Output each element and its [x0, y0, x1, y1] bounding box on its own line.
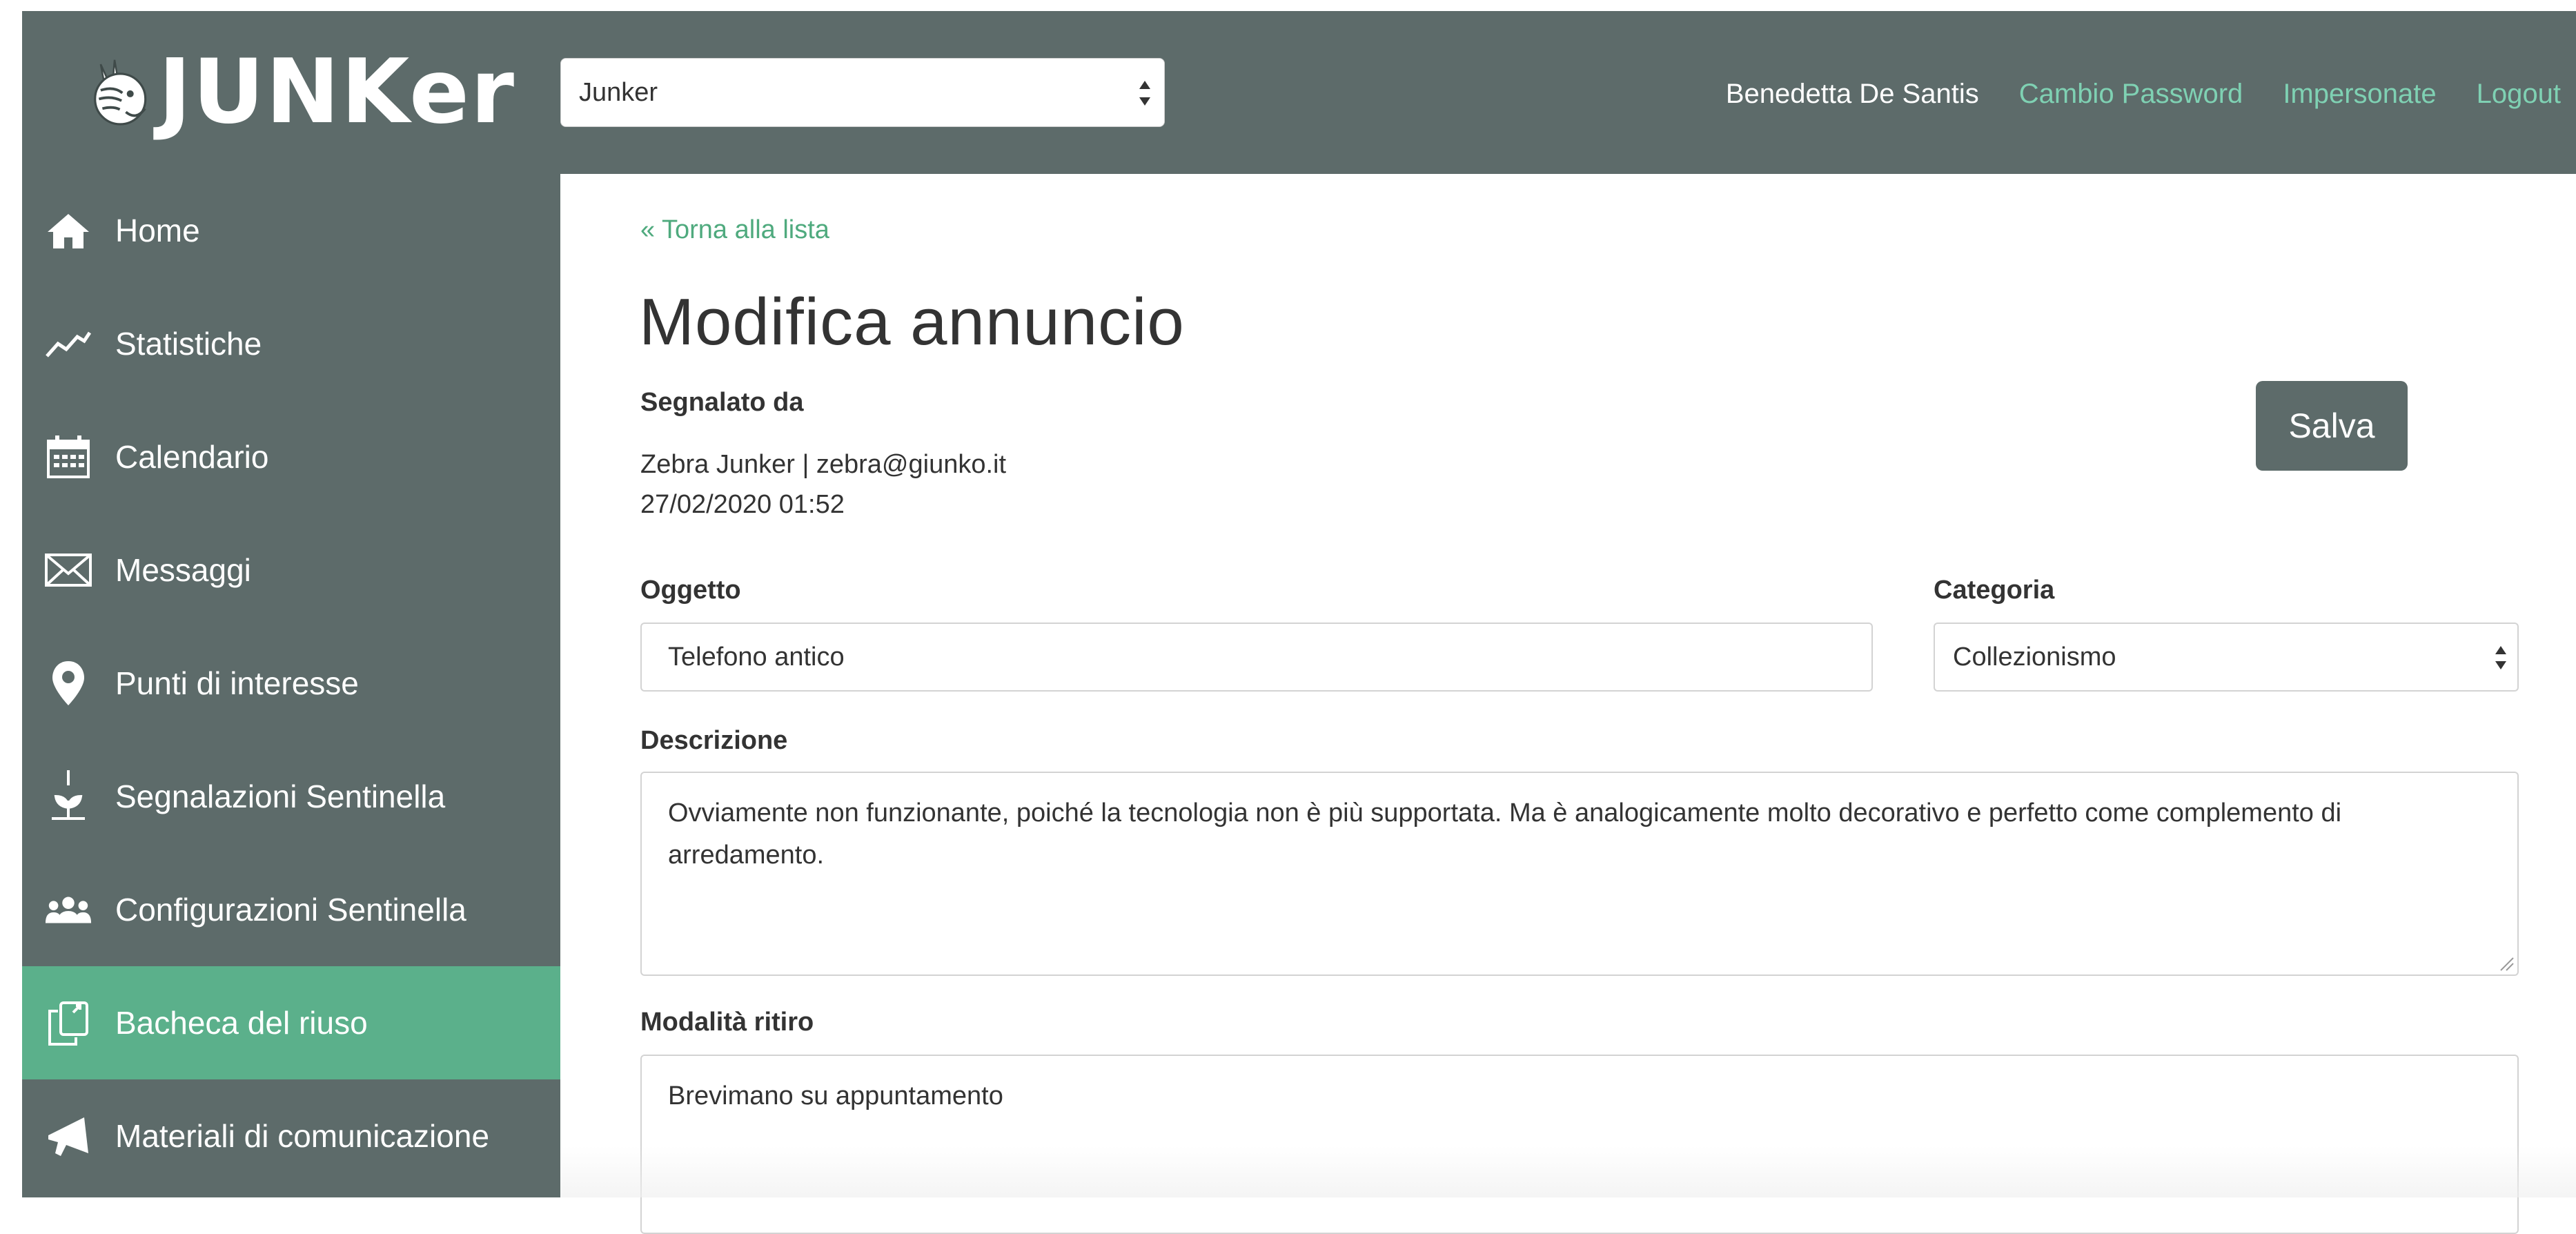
main-content: « Torna alla lista Modifica annuncio Seg…: [560, 174, 2576, 1234]
categoria-label: Categoria: [1934, 576, 2055, 605]
sidebar-item-bacheca-del-riuso[interactable]: Bacheca del riuso: [22, 966, 560, 1079]
calendar-icon: [44, 433, 92, 481]
copy-icon: [44, 999, 92, 1047]
sidebar: Home Statistiche Calendario Messaggi Pun: [22, 174, 560, 1197]
sidebar-item-punti-di-interesse[interactable]: Punti di interesse: [22, 627, 560, 740]
sidebar-item-segnalazioni-sentinella[interactable]: Segnalazioni Sentinella: [22, 740, 560, 853]
select-arrows-icon: [2495, 646, 2506, 669]
left-border: [0, 0, 22, 1197]
oggetto-input[interactable]: Telefono antico: [640, 623, 1873, 692]
reported-by-value: Zebra Junker | zebra@giunko.it: [640, 450, 1007, 479]
modalita-ritiro-textarea-value: Brevimano su appuntamento: [668, 1081, 1003, 1110]
organization-select-value: Junker: [579, 77, 658, 107]
sidebar-item-label: Punti di interesse: [115, 665, 359, 701]
page-title: Modifica annuncio: [639, 285, 1185, 359]
sidebar-item-label: Home: [115, 213, 200, 248]
descrizione-label: Descrizione: [640, 726, 788, 755]
sidebar-item-messaggi[interactable]: Messaggi: [22, 513, 560, 627]
bottom-fade: [560, 1146, 2576, 1197]
change-password-link[interactable]: Cambio Password: [2019, 79, 2243, 110]
top-bar: JUNKer Junker Benedetta De Santis Cambio…: [22, 11, 2576, 174]
sidebar-item-label: Configurazioni Sentinella: [115, 892, 466, 928]
logo[interactable]: JUNKer: [88, 30, 515, 155]
modalita-ritiro-textarea[interactable]: Brevimano su appuntamento: [640, 1055, 2519, 1234]
logo-text: JUNKer: [158, 41, 515, 144]
save-button[interactable]: Salva: [2256, 381, 2408, 471]
user-nav: Benedetta De Santis Cambio Password Impe…: [1726, 73, 2576, 115]
reported-date: 27/02/2020 01:52: [640, 490, 845, 519]
map-pin-icon: [44, 659, 92, 707]
reported-by-label: Segnalato da: [640, 388, 804, 417]
top-border: [0, 0, 2576, 11]
oggetto-input-value: Telefono antico: [668, 642, 845, 672]
user-name: Benedetta De Santis: [1725, 78, 1979, 109]
resize-handle-icon[interactable]: [2497, 954, 2515, 972]
sidebar-item-label: Calendario: [115, 439, 269, 475]
select-arrows-icon: [1139, 81, 1150, 106]
sidebar-item-configurazioni-sentinella[interactable]: Configurazioni Sentinella: [22, 853, 560, 966]
modalita-ritiro-label: Modalità ritiro: [640, 1008, 814, 1037]
megaphone-icon: [44, 1112, 92, 1160]
users-icon: [44, 885, 92, 934]
envelope-icon: [44, 546, 92, 594]
home-icon: [44, 206, 92, 255]
chart-line-icon: [44, 320, 92, 368]
sidebar-item-label: Statistiche: [115, 326, 262, 362]
sidebar-item-label: Segnalazioni Sentinella: [115, 778, 446, 814]
back-to-list-link[interactable]: « Torna alla lista: [640, 215, 829, 245]
impersonate-link[interactable]: Impersonate: [2283, 79, 2436, 110]
sidebar-item-calendario[interactable]: Calendario: [22, 400, 560, 513]
descrizione-textarea-value: Ovviamente non funzionante, poiché la te…: [668, 799, 2342, 870]
zebra-logo-icon: [94, 59, 147, 126]
sprout-icon: [44, 770, 92, 821]
oggetto-label: Oggetto: [640, 576, 741, 605]
descrizione-textarea[interactable]: Ovviamente non funzionante, poiché la te…: [640, 772, 2519, 976]
organization-select[interactable]: Junker: [560, 58, 1165, 127]
logout-link[interactable]: Logout: [2477, 79, 2561, 110]
categoria-select-value: Collezionismo: [1953, 642, 2116, 672]
categoria-select[interactable]: Collezionismo: [1934, 623, 2519, 692]
sidebar-item-label: Bacheca del riuso: [115, 1005, 368, 1041]
sidebar-item-label: Materiali di comunicazione: [115, 1118, 490, 1154]
sidebar-item-statistiche[interactable]: Statistiche: [22, 287, 560, 400]
sidebar-item-materiali-di-comunicazione[interactable]: Materiali di comunicazione: [22, 1079, 560, 1193]
sidebar-item-label: Messaggi: [115, 552, 251, 588]
sidebar-item-home[interactable]: Home: [22, 174, 560, 287]
